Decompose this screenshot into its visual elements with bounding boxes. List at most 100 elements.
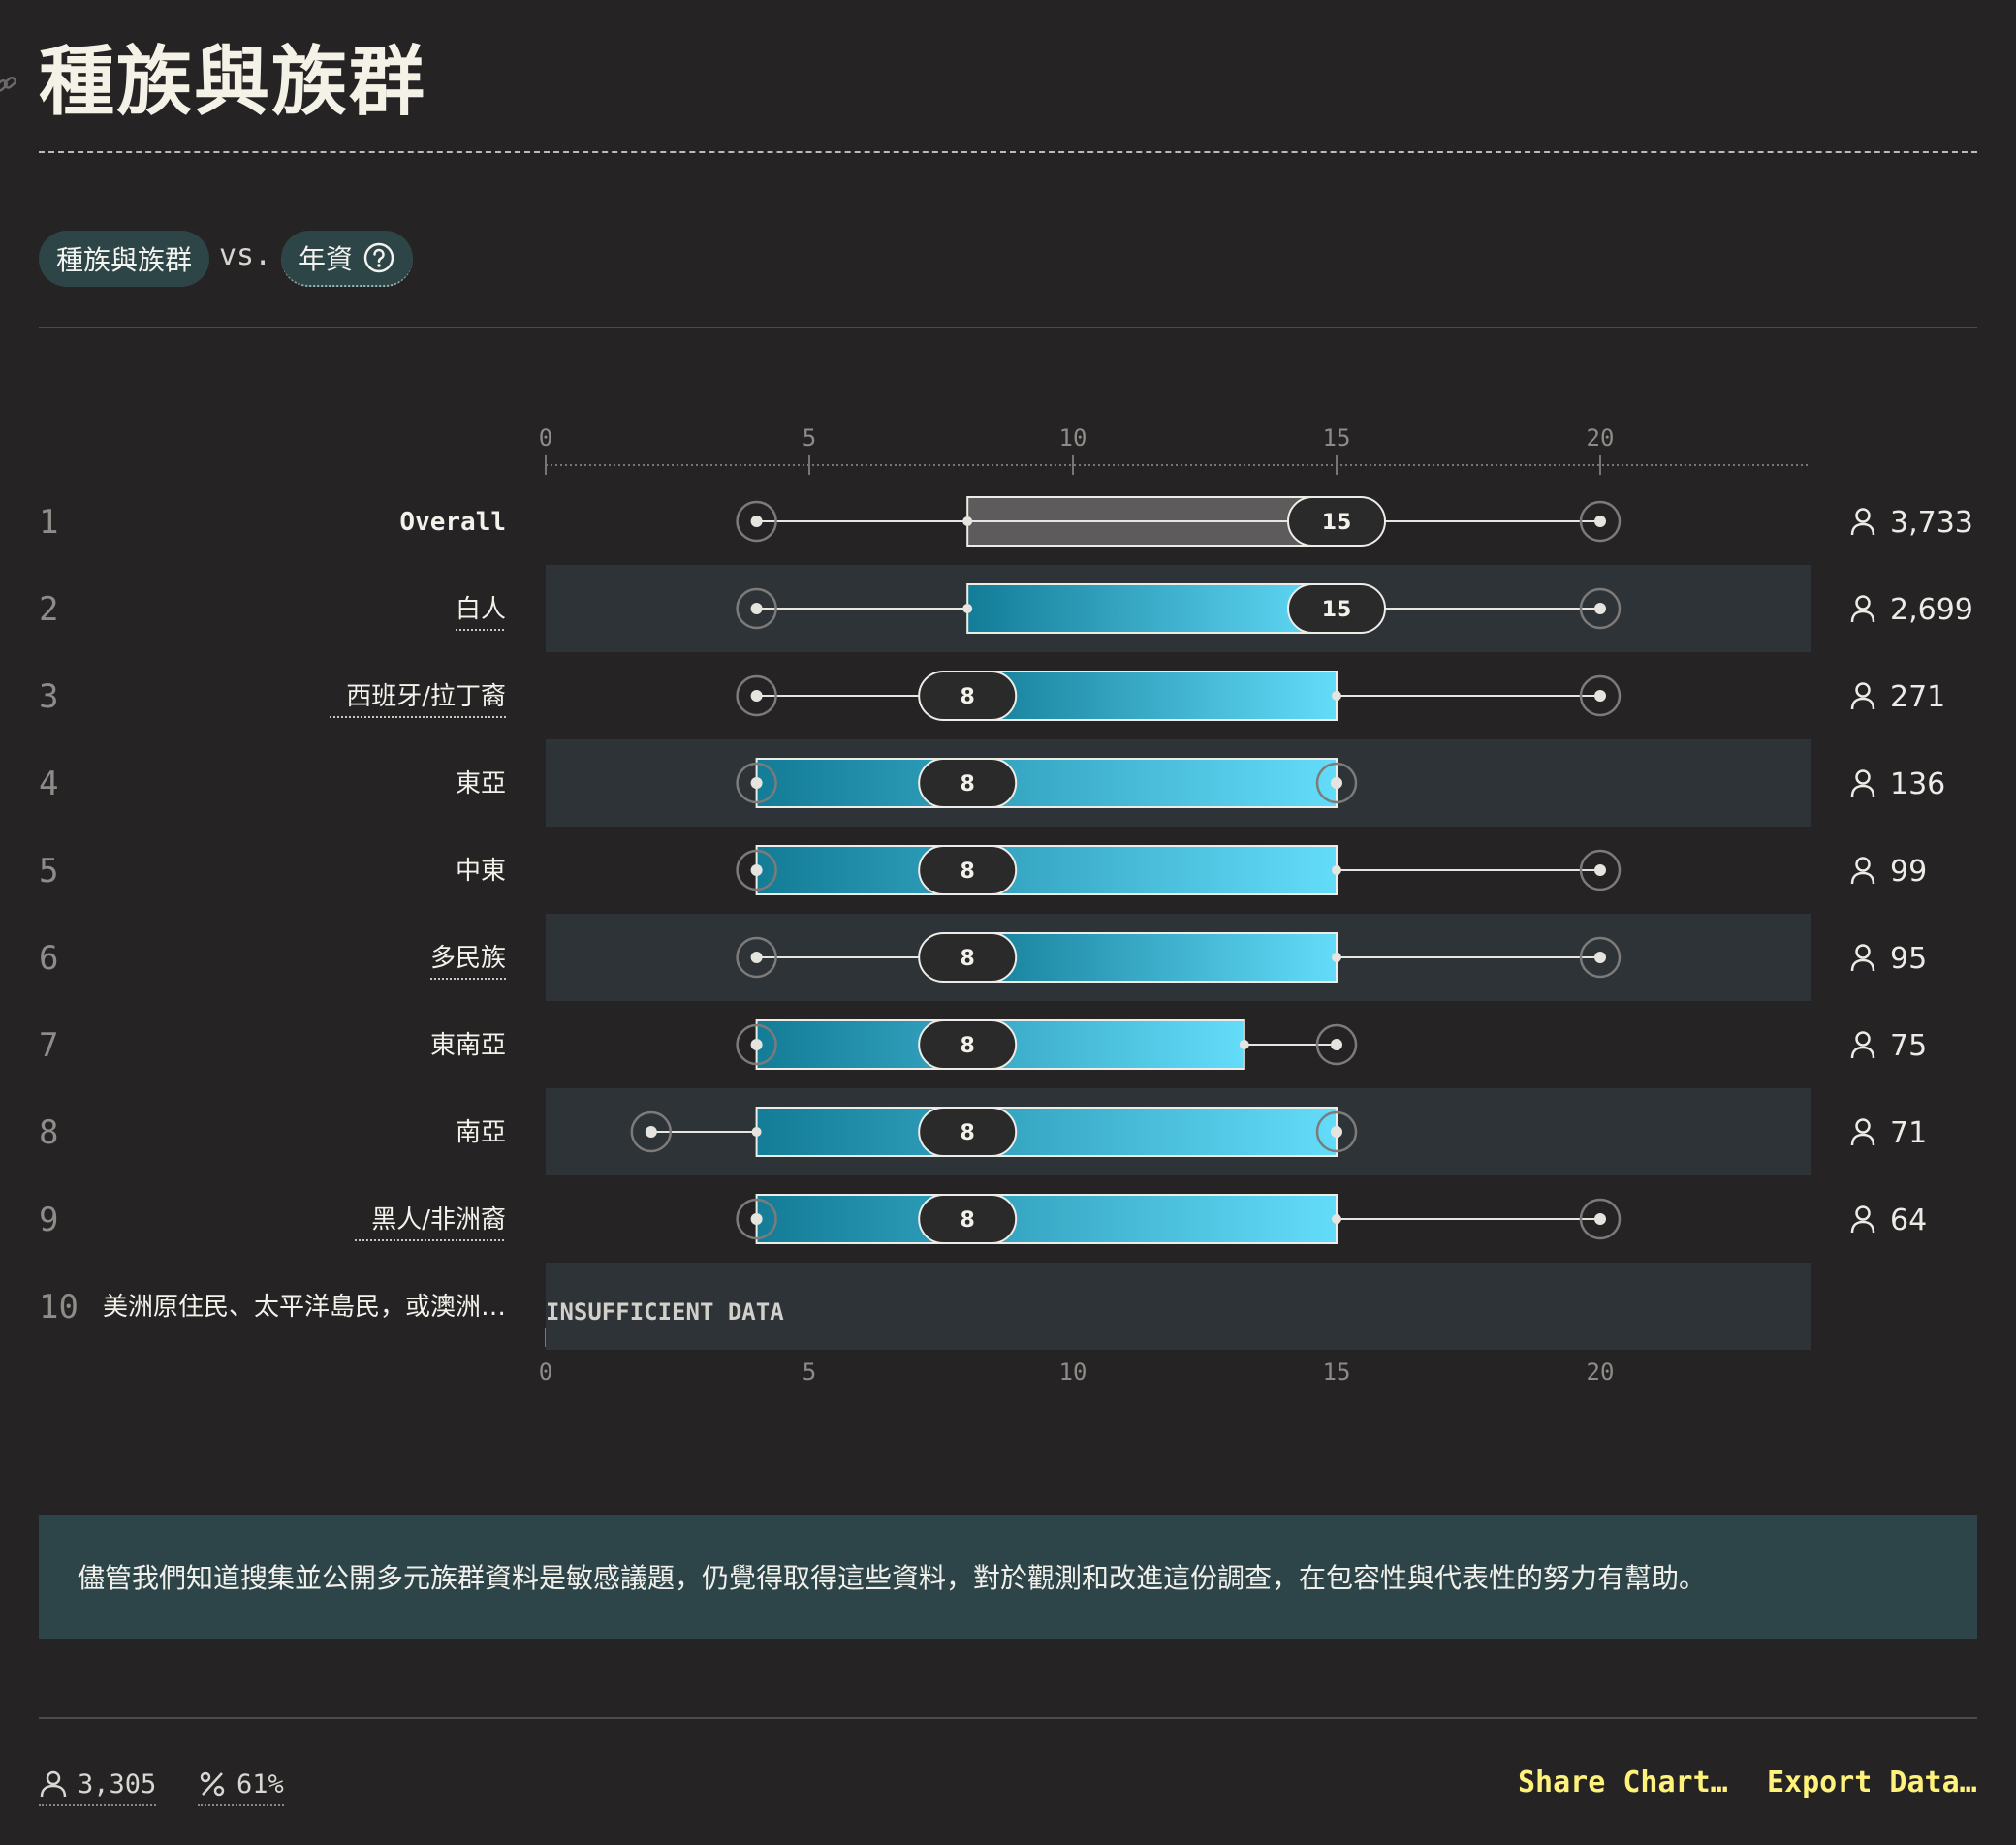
whisker-end-dot [1331,1039,1342,1050]
controls-divider [39,327,1977,328]
response-rate-stat[interactable]: 61% [198,1764,284,1806]
person-icon [1850,857,1875,885]
quartile-dot [962,604,973,613]
chart-row: 7 東南亞 8 75 [39,1019,1927,1070]
chart-row: 6 多民族 8 95 [39,914,1927,1001]
median-value: 8 [961,947,975,971]
info-note: 儘管我們知道搜集並公開多元族群資料是敏感議題，仍覺得取得這些資料，對於觀測和改進… [39,1515,1977,1639]
page-title: 種族與族群 [39,39,427,126]
whisker-end-dot [1331,1126,1342,1138]
row-count: 95 [1890,942,1927,976]
row-rank: 3 [39,677,58,716]
link-icon[interactable] [0,72,19,99]
insufficient-data-label: INSUFFICIENT DATA [546,1298,784,1326]
question-circle-icon[interactable] [362,241,395,274]
secondary-dimension-label: 年資 [298,243,353,275]
row-rank: 4 [39,765,58,803]
row-label: 多民族 [430,944,506,973]
quartile-dot [1332,691,1341,701]
respondents-stat[interactable]: 3,305 [39,1764,157,1806]
title-divider [39,151,1977,153]
quartile-dot [751,1127,762,1137]
chart-row: 5 中東 8 99 [39,845,1927,895]
row-rank: 6 [39,939,58,978]
row-count: 271 [1890,680,1945,714]
share-chart-link[interactable]: Share Chart… [1518,1766,1728,1799]
median-value: 8 [961,685,975,709]
secondary-dimension-chip[interactable]: 年資 [281,231,413,287]
whisker-end-dot [1594,864,1606,876]
row-count: 2,699 [1890,593,1973,627]
whisker-end-dot [1594,952,1606,963]
percent-icon [200,1771,225,1797]
row-rank: 10 [39,1288,79,1327]
person-icon [1850,508,1875,536]
row-rank: 8 [39,1113,58,1152]
x-tick-label: 10 [1059,1359,1087,1386]
iqr-box [966,583,1338,634]
iqr-box [755,1194,1338,1244]
person-icon [1850,682,1875,710]
row-rank: 1 [39,503,58,542]
median-value: 8 [961,1208,975,1233]
whisker-end-dot [750,777,763,789]
chart-row: 1 Overall 15 3,733 [39,496,1973,547]
row-rank: 9 [39,1201,58,1239]
person-icon [1850,1031,1875,1059]
row-label: Overall [399,508,506,537]
row-label: 中東 [456,857,506,886]
row-label: 黑人/非洲裔 [371,1205,506,1235]
median-value: 15 [1322,598,1352,622]
person-icon [40,1770,67,1798]
whisker-end-dot [750,864,763,876]
row-label: 西班牙/拉丁裔 [346,682,506,711]
boxplot-chart: 0 5 10 15 20 0 5 10 15 20 1 Overall 15 3,733 2 白人 15 2,69… [39,424,1973,1386]
whisker-end-dot [1594,1213,1606,1225]
primary-dimension-label: 種族與族群 [55,244,192,276]
whisker-end-dot [1331,777,1342,789]
median-value: 8 [961,860,975,884]
x-tick-label: 0 [539,424,552,452]
footer-divider [39,1717,1977,1719]
median-value: 8 [961,772,975,797]
chart-row: 4 東亞 8 136 [39,739,1945,827]
median-value: 8 [961,1034,975,1058]
x-tick-label: 10 [1059,424,1087,452]
chart-row: 8 南亞 8 71 [39,1088,1927,1175]
iqr-box [755,845,1338,895]
response-rate-value: 61% [236,1768,284,1799]
versus-label: vs. [219,238,272,272]
row-count: 136 [1890,767,1945,801]
whisker-end-dot [750,516,763,527]
row-count: 71 [1890,1116,1927,1150]
export-data-link[interactable]: Export Data… [1767,1766,1977,1799]
median-value: 15 [1322,511,1352,535]
person-icon [1850,1205,1875,1234]
row-rank: 5 [39,852,58,891]
chart-row: 10 美洲原住民、太平洋島民，或澳洲… INSUFFICIENT DATA [39,1263,1811,1350]
row-label: 東南亞 [430,1031,506,1060]
row-count: 75 [1890,1029,1927,1063]
person-icon [1850,944,1875,972]
x-tick-label: 20 [1587,424,1615,452]
quartile-dot [1332,953,1341,962]
person-icon [1850,595,1875,623]
person-icon [1850,769,1875,797]
whisker-end-dot [750,1213,763,1225]
x-tick-label: 5 [803,1359,816,1386]
median-value: 8 [961,1121,975,1145]
row-label: 美洲原住民、太平洋島民，或澳洲… [103,1293,506,1322]
whisker-end-dot [750,690,763,702]
x-tick-label: 15 [1323,424,1351,452]
quartile-dot [1332,1214,1341,1224]
primary-dimension-chip[interactable]: 種族與族群 [39,231,209,287]
x-tick-label: 15 [1323,1359,1351,1386]
iqr-box [755,758,1338,808]
info-note-text: 儘管我們知道搜集並公開多元族群資料是敏感議題，仍覺得取得這些資料，對於觀測和改進… [78,1562,1707,1594]
whisker-end-dot [750,603,763,614]
x-tick-label: 20 [1587,1359,1615,1386]
whisker-end-dot [1594,690,1606,702]
whisker-end-dot [1594,516,1606,527]
iqr-box [966,671,1338,721]
whisker-end-dot [645,1126,657,1138]
